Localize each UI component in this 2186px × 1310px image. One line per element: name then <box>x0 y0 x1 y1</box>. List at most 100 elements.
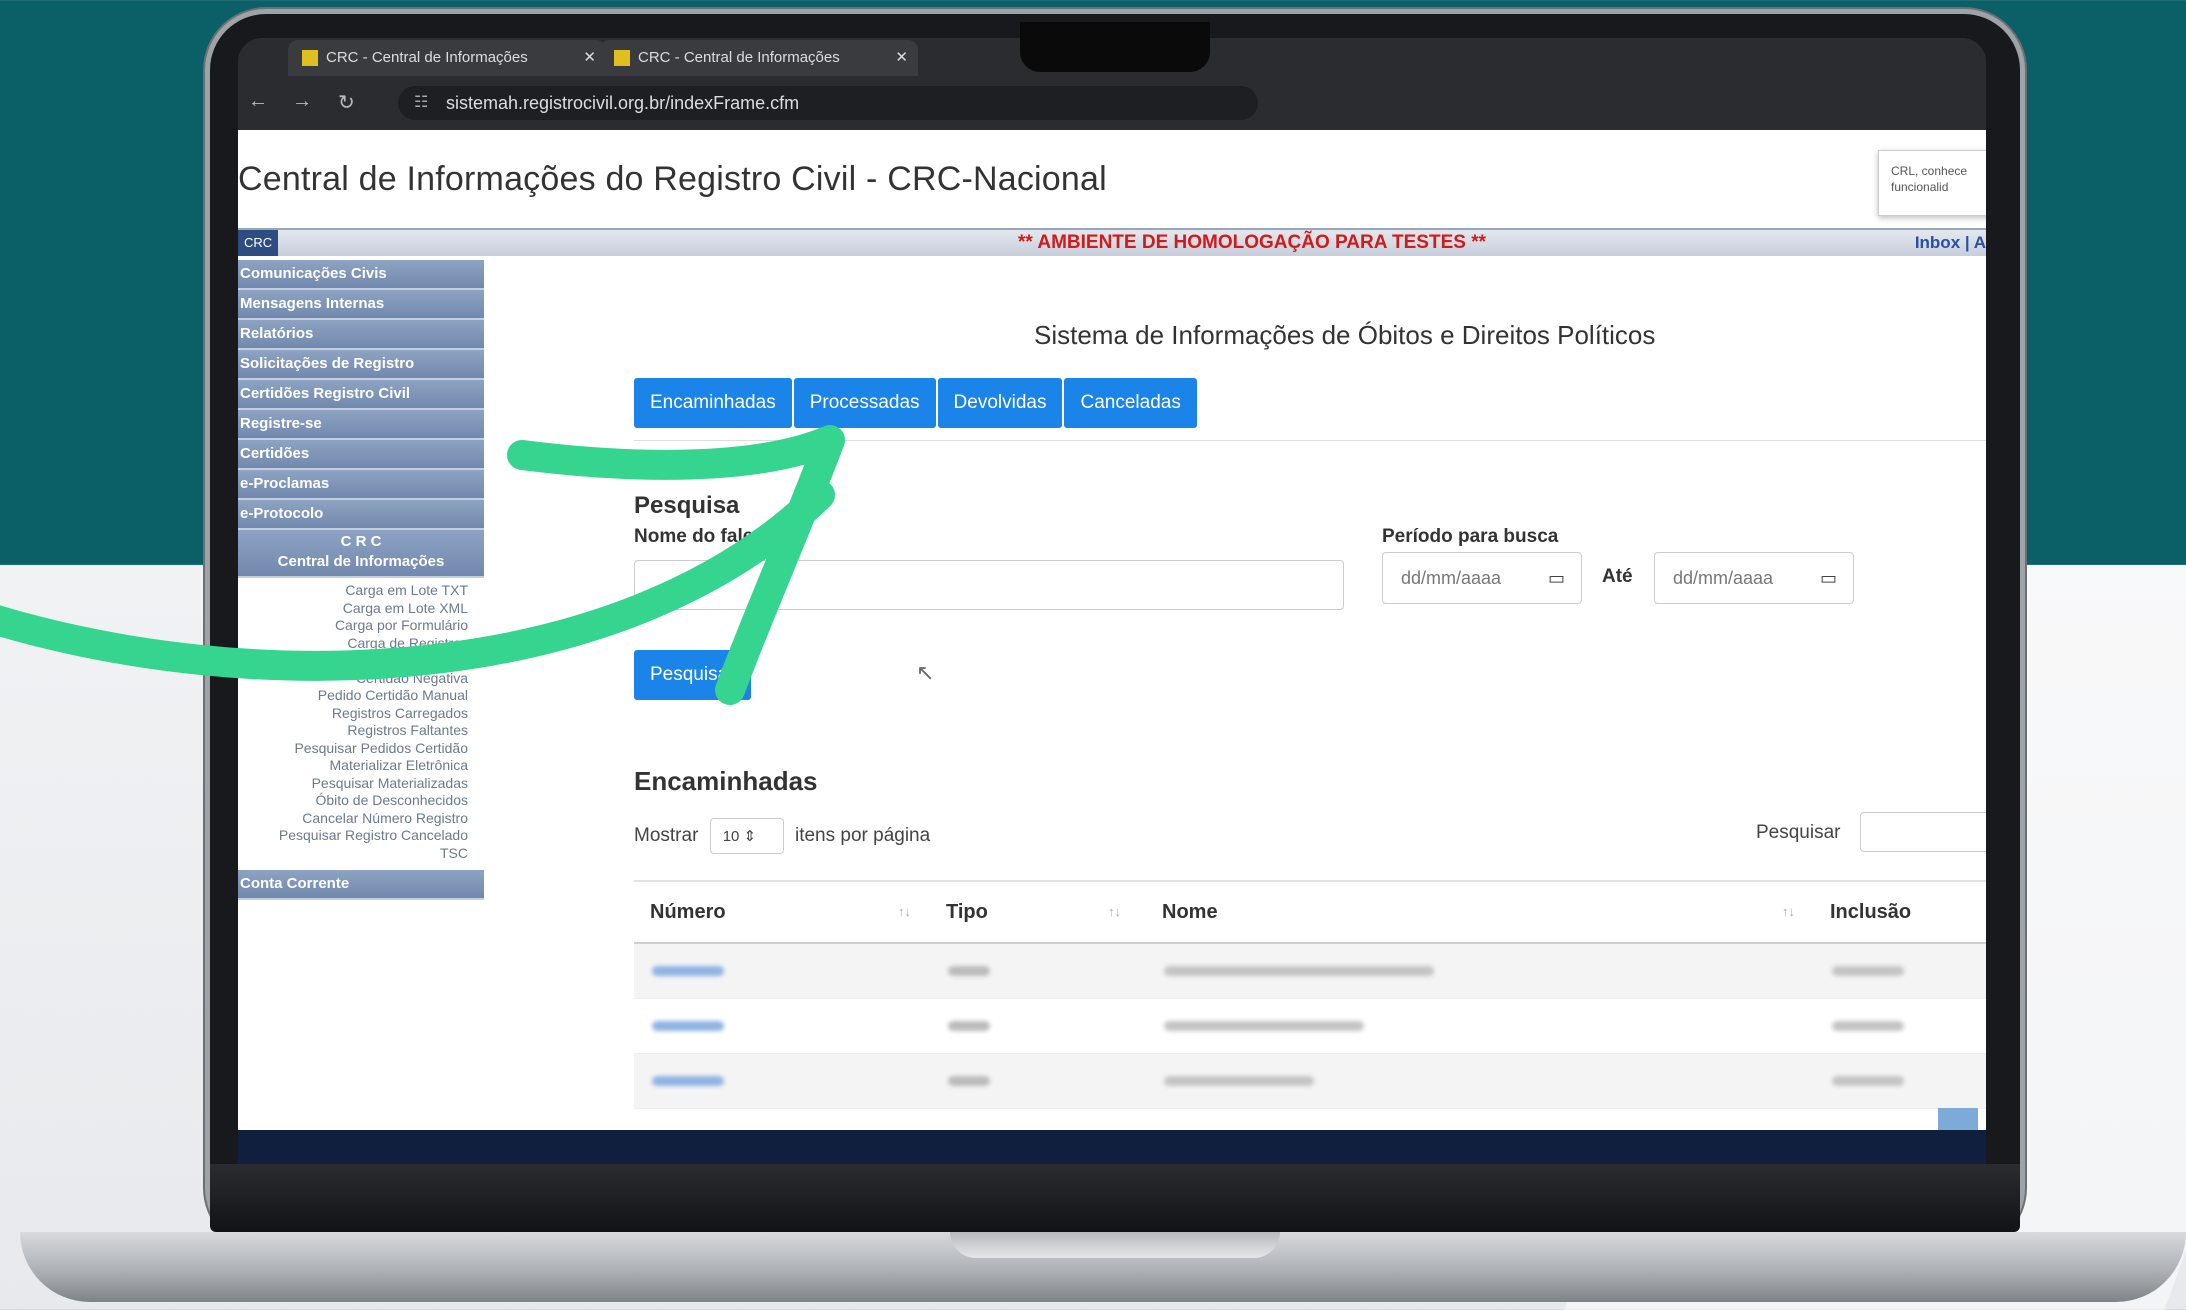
inbox-link[interactable]: Inbox | A <box>1915 230 1986 256</box>
blurred-cell <box>1832 1021 1904 1031</box>
sidebar-item-solicitacoes[interactable]: Solicitações de Registro <box>238 350 484 380</box>
back-arrow-icon[interactable]: ← <box>248 90 268 113</box>
sidebar-subitem[interactable]: Carga de Registros <box>238 635 468 653</box>
sidebar-subitem[interactable]: Pesquisar Materializadas <box>238 775 468 793</box>
tab-devolvidas[interactable]: Devolvidas <box>937 378 1063 428</box>
sidebar-subitem[interactable]: Carga por Formulário <box>238 617 468 635</box>
address-bar[interactable]: ☷ sistemah.registrocivil.org.br/indexFra… <box>398 86 1258 120</box>
sidebar-subitem[interactable]: Carga em Lote TXT <box>238 582 468 600</box>
system-title: Sistema de Informações de Óbitos e Direi… <box>1034 320 1656 350</box>
sidebar-subitem[interactable]: Registros Faltantes <box>238 722 468 740</box>
search-button[interactable]: Pesquisar <box>634 650 751 700</box>
web-page: Central de Informações do Registro Civil… <box>238 130 1986 1130</box>
table-row[interactable] <box>634 1054 1986 1109</box>
sidebar-menu: Comunicações Civis Mensagens Internas Re… <box>238 260 484 900</box>
column-header-numero[interactable]: Número <box>650 882 726 942</box>
sidebar-subitem[interactable]: Pesquisar Registros <box>238 652 468 670</box>
blurred-cell <box>948 966 990 976</box>
sort-icon[interactable]: ↑↓ <box>898 882 911 942</box>
blurred-cell <box>1164 1021 1364 1031</box>
tab-processadas[interactable]: Processadas <box>793 378 936 428</box>
column-header-nome[interactable]: Nome <box>1162 882 1218 942</box>
tab-canceladas[interactable]: Canceladas <box>1064 378 1197 428</box>
table-search-label: Pesquisar <box>1756 822 1841 843</box>
blurred-number-link[interactable] <box>652 1021 724 1031</box>
blurred-cell <box>1832 966 1904 976</box>
sidebar-subitem[interactable]: TSC <box>238 845 468 863</box>
sort-icon[interactable]: ↑↓ <box>1782 882 1795 942</box>
environment-warning: ** AMBIENTE DE HOMOLOGAÇÃO PARA TESTES *… <box>1018 232 1486 253</box>
sidebar-sublist: Carga em Lote TXT Carga em Lote XML Carg… <box>238 578 484 866</box>
sidebar-item-proclamas[interactable]: e-Proclamas <box>238 470 484 500</box>
search-heading: Pesquisa <box>634 492 740 519</box>
favicon-icon <box>614 50 630 67</box>
blurred-cell <box>1164 966 1434 976</box>
start-date-input[interactable]: dd/mm/aaaa ▭ <box>1382 552 1582 604</box>
period-label: Período para busca <box>1382 526 1559 547</box>
browser-tab-1[interactable]: CRC - Central de Informações ✕ <box>288 40 606 76</box>
sidebar-item-protocolo[interactable]: e-Protocolo <box>238 500 484 530</box>
tab-encaminhadas[interactable]: Encaminhadas <box>634 378 792 428</box>
until-label: Até <box>1602 566 1633 587</box>
sidebar-subitem[interactable]: Pesquisar Pedidos Certidão <box>238 740 468 758</box>
address-row: ← → ↻ ☷ sistemah.registrocivil.org.br/in… <box>238 84 1986 124</box>
sidebar-item-certidoes-registro[interactable]: Certidões Registro Civil <box>238 380 484 410</box>
blurred-number-link[interactable] <box>652 966 724 976</box>
section-title: Encaminhadas <box>634 766 818 796</box>
blurred-cell <box>948 1021 990 1031</box>
forward-arrow-icon[interactable]: → <box>292 90 312 113</box>
close-tab-icon[interactable]: ✕ <box>895 40 908 76</box>
status-strip: CRC ** AMBIENTE DE HOMOLOGAÇÃO PARA TEST… <box>238 228 1986 256</box>
sort-icon[interactable]: ↑↓ <box>1108 882 1121 942</box>
camera-notch <box>1020 22 1210 72</box>
user-info: CRC <box>238 230 618 256</box>
sidebar-item-conta-corrente[interactable]: Conta Corrente <box>238 870 484 900</box>
mouse-cursor-icon: ↖ <box>916 660 935 685</box>
table-row[interactable] <box>634 999 1986 1054</box>
sidebar-item-relatorios[interactable]: Relatórios <box>238 320 484 350</box>
blurred-cell <box>1832 1076 1904 1086</box>
taskbar <box>238 1130 1986 1164</box>
divider <box>634 440 1986 441</box>
status-tabs: Encaminhadas Processadas Devolvidas Cancela… <box>634 378 1199 428</box>
chevron-updown-icon: ⇕ <box>743 828 757 845</box>
laptop-hinge <box>210 1164 2020 1232</box>
favicon-icon <box>302 50 318 67</box>
sidebar-item-registre-se[interactable]: Registre-se <box>238 410 484 440</box>
scrollbar-thumb[interactable] <box>1938 1108 1978 1130</box>
browser-tab-2[interactable]: CRC - Central de Informações ✕ <box>600 40 918 76</box>
end-date-input[interactable]: dd/mm/aaaa ▭ <box>1654 552 1854 604</box>
calendar-icon[interactable]: ▭ <box>1820 553 1837 603</box>
blurred-number-link[interactable] <box>652 1076 724 1086</box>
sidebar-subitem[interactable]: Certidão Negativa <box>238 670 468 688</box>
reload-icon[interactable]: ↻ <box>338 90 355 115</box>
laptop-base-notch <box>950 1232 1280 1258</box>
name-input[interactable] <box>634 560 1344 610</box>
per-page-select[interactable]: 10 ⇕ <box>709 818 784 854</box>
table-row[interactable] <box>634 944 1986 999</box>
sidebar-subitem[interactable]: Óbito de Desconhecidos <box>238 792 468 810</box>
sidebar-subitem[interactable]: Materializar Eletrônica <box>238 757 469 775</box>
laptop-screen: CRC - Central de Informações ✕ CRC - Cen… <box>238 38 1986 1164</box>
sidebar-group-crc[interactable]: C R C Central de Informações <box>238 530 484 578</box>
column-header-tipo[interactable]: Tipo <box>946 882 988 942</box>
crc-badge: CRC <box>238 230 279 256</box>
column-header-inclusao[interactable]: Inclusão <box>1830 882 1911 942</box>
sidebar-subitem[interactable]: Cancelar Número Registro <box>238 810 468 828</box>
sidebar-subitem[interactable]: Pedido Certidão Manual <box>238 687 468 705</box>
table-header: Número ↑↓ Tipo ↑↓ Nome ↑↓ Inclusão <box>634 880 1986 944</box>
calendar-icon[interactable]: ▭ <box>1548 553 1565 603</box>
notice-popup[interactable]: CRL, conhece funcionalid <box>1878 150 1986 216</box>
sidebar-subitem[interactable]: Pesquisar Registro Cancelado <box>238 827 468 845</box>
sidebar-item-comunicacoes[interactable]: Comunicações Civis <box>238 260 484 290</box>
close-tab-icon[interactable]: ✕ <box>583 40 596 76</box>
sidebar-item-certidoes[interactable]: Certidões <box>238 440 484 470</box>
sidebar-subitem[interactable]: Registros Carregados <box>238 705 468 723</box>
page-length-control: Mostrar 10 ⇕ itens por página <box>634 818 930 854</box>
table-search-input[interactable] <box>1860 812 1986 852</box>
blurred-cell <box>948 1076 990 1086</box>
sidebar-subitem[interactable]: Carga em Lote XML <box>238 600 468 618</box>
sidebar-item-mensagens[interactable]: Mensagens Internas <box>238 290 484 320</box>
name-label: Nome do falecido <box>634 526 793 547</box>
site-info-icon[interactable]: ☷ <box>414 86 428 120</box>
